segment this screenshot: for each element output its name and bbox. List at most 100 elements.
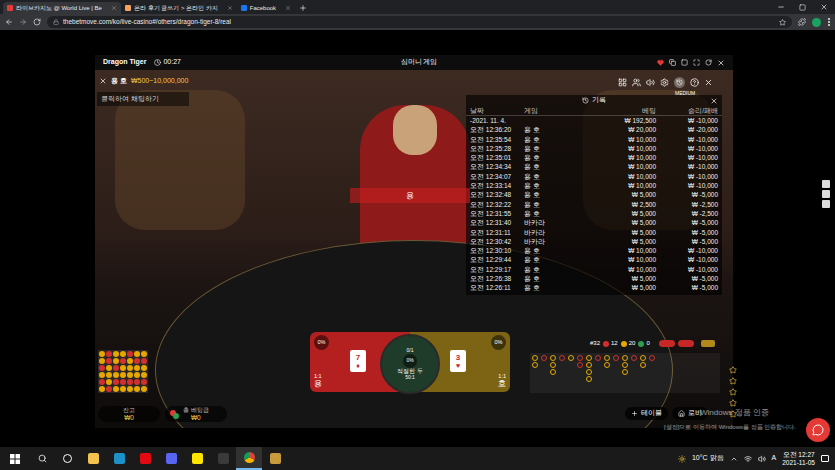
star-icon[interactable]: [729, 399, 737, 407]
history-row[interactable]: -2021. 11. 4.₩ 192,500₩ -10,000: [466, 116, 722, 125]
history-row[interactable]: 오전 12:30:10용 호₩ 10,000₩ -10,000: [466, 246, 722, 255]
back-icon[interactable]: [5, 18, 13, 26]
chat-input[interactable]: 클릭하여 채팅하기: [97, 92, 189, 106]
maximize-icon[interactable]: [799, 4, 806, 11]
discord-icon[interactable]: [158, 447, 184, 470]
lobby-grid-icon[interactable]: [618, 78, 627, 87]
row-bet: ₩ 5,000: [570, 190, 656, 199]
history-row[interactable]: 오전 12:29:17용 호₩ 10,000₩ -10,000: [466, 265, 722, 274]
row-game: 용 호: [524, 274, 570, 283]
refresh-icon[interactable]: [705, 59, 712, 66]
row-date: 오전 12:31:40: [470, 218, 524, 227]
history-row[interactable]: 오전 12:36:20용 호₩ 20,000₩ -20,000: [466, 125, 722, 134]
browser-tab[interactable]: 라이브카지노 @ World Live | Be: [3, 2, 121, 14]
weather-text[interactable]: 10°C 맑음: [692, 453, 724, 464]
profile-icon[interactable]: [812, 18, 821, 27]
history-row[interactable]: 오전 12:35:01용 호₩ 10,000₩ -10,000: [466, 153, 722, 162]
chrome-icon[interactable]: [236, 447, 262, 470]
close-tab-icon[interactable]: [227, 5, 233, 11]
explorer-icon[interactable]: [80, 447, 106, 470]
big-road-column: [595, 355, 601, 391]
close-icon[interactable]: [704, 78, 713, 87]
fullscreen-icon[interactable]: [693, 59, 700, 66]
edge-icon[interactable]: [106, 447, 132, 470]
bead: [106, 365, 112, 371]
players-icon[interactable]: [632, 78, 641, 87]
chat-bubble-button[interactable]: [806, 418, 830, 442]
history-row[interactable]: 오전 12:35:54용 호₩ 10,000₩ -10,000: [466, 135, 722, 144]
history-row[interactable]: 오전 12:31:55용 호₩ 5,000₩ -2,500: [466, 209, 722, 218]
star-icon[interactable]: [729, 410, 737, 418]
favorite-icon[interactable]: [657, 59, 664, 66]
history-row[interactable]: 오전 12:29:44용 호₩ 10,000₩ -10,000: [466, 255, 722, 264]
new-tab-icon[interactable]: [299, 4, 307, 12]
history-row[interactable]: 오전 12:26:38용 호₩ 5,000₩ -5,000: [466, 274, 722, 283]
history-title: 기록: [592, 95, 606, 106]
kakao-icon[interactable]: [184, 447, 210, 470]
history-row[interactable]: 오전 12:35:28용 호₩ 10,000₩ -10,000: [466, 144, 722, 153]
task-view-icon[interactable]: [63, 454, 72, 463]
history-row[interactable]: 오전 12:32:48용 호₩ 5,000₩ -5,000: [466, 190, 722, 199]
window-icon[interactable]: [681, 59, 688, 66]
history-row[interactable]: 오전 12:33:14용 호₩ 10,000₩ -10,000: [466, 181, 722, 190]
history-row[interactable]: 오전 12:34:07용 호₩ 10,000₩ -10,000: [466, 172, 722, 181]
reload-icon[interactable]: [33, 18, 41, 26]
widget-icon[interactable]: [822, 190, 830, 198]
history-row[interactable]: 오전 12:26:11용 호₩ 5,000₩ -5,000: [466, 283, 722, 292]
netflix-icon[interactable]: [132, 447, 158, 470]
help-icon[interactable]: [690, 78, 699, 87]
sound-icon[interactable]: [646, 78, 655, 87]
star-icon[interactable]: [729, 388, 737, 396]
close-window-icon[interactable]: [820, 3, 828, 11]
star-icon[interactable]: [729, 377, 737, 385]
tray-expand-icon[interactable]: [730, 455, 738, 463]
star-icon[interactable]: [729, 366, 737, 374]
tiger-ask-button[interactable]: [678, 340, 694, 347]
road-toggle-button[interactable]: [701, 340, 715, 347]
bead: [120, 386, 126, 392]
app-icon[interactable]: [210, 447, 236, 470]
balance-label: 잔고: [123, 407, 135, 414]
history-row[interactable]: 오전 12:34:34용 호₩ 10,000₩ -10,000: [466, 162, 722, 171]
favicon-icon: [125, 5, 131, 11]
history-row[interactable]: 오전 12:31:11바카라₩ 5,000₩ -5,000: [466, 228, 722, 237]
row-result: ₩ -5,000: [656, 190, 718, 199]
bead: [113, 351, 119, 357]
big-road-column: [640, 355, 646, 391]
widget-icon[interactable]: [822, 180, 830, 188]
nav-button[interactable]: 테이블: [625, 407, 668, 420]
close-game-icon[interactable]: [717, 59, 725, 67]
exit-icon[interactable]: [99, 77, 107, 85]
history-button[interactable]: [674, 77, 685, 88]
dragon-ask-button[interactable]: [659, 340, 675, 347]
clock[interactable]: 오전 12:272021-11-05: [782, 451, 815, 467]
start-button[interactable]: [0, 447, 30, 470]
settings-icon[interactable]: [660, 78, 669, 87]
search-icon[interactable]: [38, 454, 47, 463]
balance-value: ₩0: [124, 414, 134, 421]
forward-icon[interactable]: [19, 18, 27, 26]
browser-tab[interactable]: 온라 후기 글쓰기 > 온라인 카지: [121, 2, 237, 14]
volume-icon[interactable]: [758, 455, 766, 463]
history-row[interactable]: 오전 12:32:22용 호₩ 2,500₩ -2,500: [466, 200, 722, 209]
minimize-icon[interactable]: [777, 3, 785, 11]
multi-window-icon[interactable]: [669, 59, 676, 66]
game-app-icon[interactable]: [262, 447, 288, 470]
menu-icon[interactable]: [827, 18, 830, 26]
close-history-icon[interactable]: [710, 97, 718, 105]
big-road-mark: [595, 355, 601, 361]
widget-icon[interactable]: [822, 200, 830, 208]
notification-icon[interactable]: [821, 455, 829, 462]
close-tab-icon[interactable]: [111, 5, 117, 11]
road-count: 0: [638, 339, 649, 348]
extensions-icon[interactable]: [798, 18, 806, 26]
bookmark-icon[interactable]: [779, 19, 786, 26]
browser-tab[interactable]: Facebook: [237, 2, 295, 14]
close-tab-icon[interactable]: [285, 5, 291, 11]
history-row[interactable]: 오전 12:30:42바카라₩ 5,000₩ -5,000: [466, 237, 722, 246]
history-row[interactable]: 오전 12:31:40바카라₩ 5,000₩ -5,000: [466, 218, 722, 227]
ime-indicator[interactable]: A: [772, 453, 777, 464]
address-field[interactable]: thebetmove.com/ko/live-casino#/others/dr…: [47, 16, 792, 28]
tie-bet-spot[interactable]: 0/10%적절한 두50:1: [380, 334, 440, 394]
network-icon[interactable]: [744, 455, 752, 463]
